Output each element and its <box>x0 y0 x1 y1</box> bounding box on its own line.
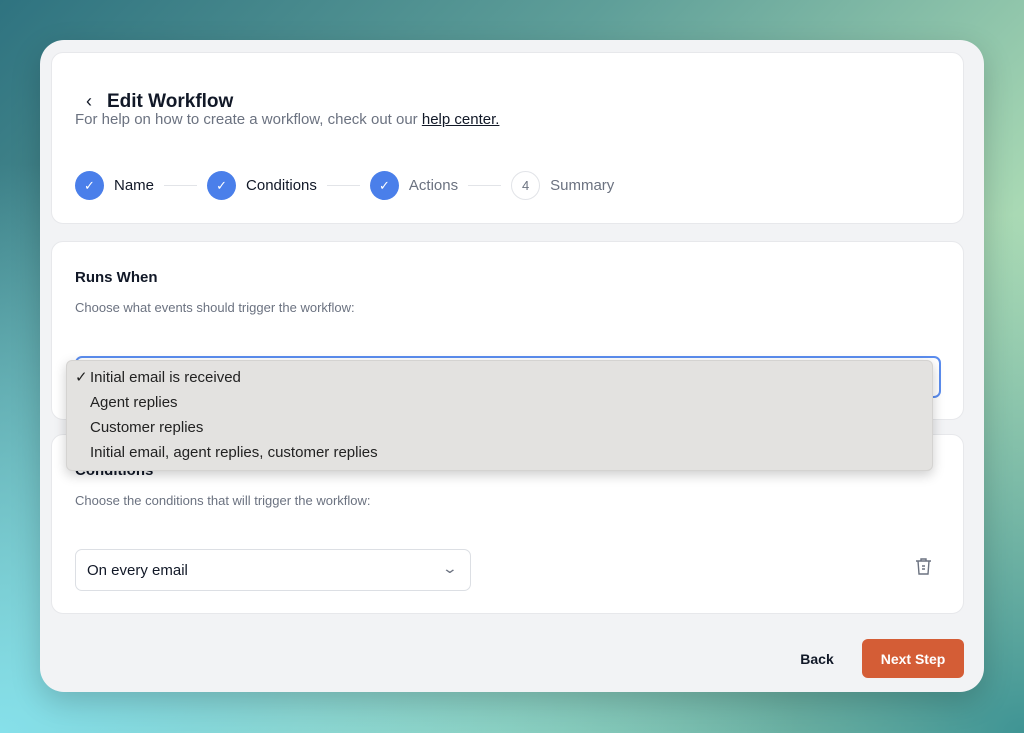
step-actions[interactable]: Actions <box>409 177 458 194</box>
check-icon: ✓ <box>207 171 237 200</box>
back-button[interactable]: Back <box>792 639 842 678</box>
help-text-prefix: For help on how to create a workflow, ch… <box>75 111 422 128</box>
step-divider <box>164 185 198 186</box>
chevron-down-icon: ⌄ <box>441 560 459 576</box>
runs-when-title: Runs When <box>75 269 158 286</box>
dropdown-option[interactable]: Initial email, agent replies, customer r… <box>67 443 932 468</box>
step-divider <box>468 185 502 186</box>
dropdown-option[interactable]: Customer replies <box>67 418 932 443</box>
step-divider <box>326 185 360 186</box>
help-center-link[interactable]: help center. <box>422 111 500 128</box>
conditions-description: Choose the conditions that will trigger … <box>75 493 371 508</box>
step-summary[interactable]: Summary <box>550 177 614 194</box>
back-chevron-icon[interactable]: ‹ <box>86 91 92 112</box>
header-card: ‹ Edit Workflow For help on how to creat… <box>51 52 964 224</box>
stepper: ✓ Name ✓ Conditions ✓ Actions 4 Summary <box>75 171 614 200</box>
step-number: 4 <box>511 171 541 200</box>
conditions-select[interactable]: On every email ⌄ <box>75 549 471 591</box>
check-icon: ✓ <box>369 171 399 200</box>
conditions-select-value: On every email <box>87 562 188 579</box>
step-conditions[interactable]: Conditions <box>246 177 317 194</box>
check-icon: ✓ <box>75 171 104 200</box>
dropdown-option[interactable]: ✓ Initial email is received <box>67 368 932 393</box>
runs-when-description: Choose what events should trigger the wo… <box>75 300 355 315</box>
dropdown-option[interactable]: Agent replies <box>67 393 932 418</box>
option-label: Initial email is received <box>90 369 241 386</box>
step-name[interactable]: Name <box>114 177 154 194</box>
help-text: For help on how to create a workflow, ch… <box>75 111 499 128</box>
runs-when-dropdown-menu: ✓ Initial email is received Agent replies… <box>66 360 933 471</box>
next-step-button[interactable]: Next Step <box>862 639 964 678</box>
page-title: Edit Workflow <box>107 91 234 112</box>
checkmark-icon: ✓ <box>75 369 88 386</box>
trash-icon[interactable] <box>915 557 932 576</box>
